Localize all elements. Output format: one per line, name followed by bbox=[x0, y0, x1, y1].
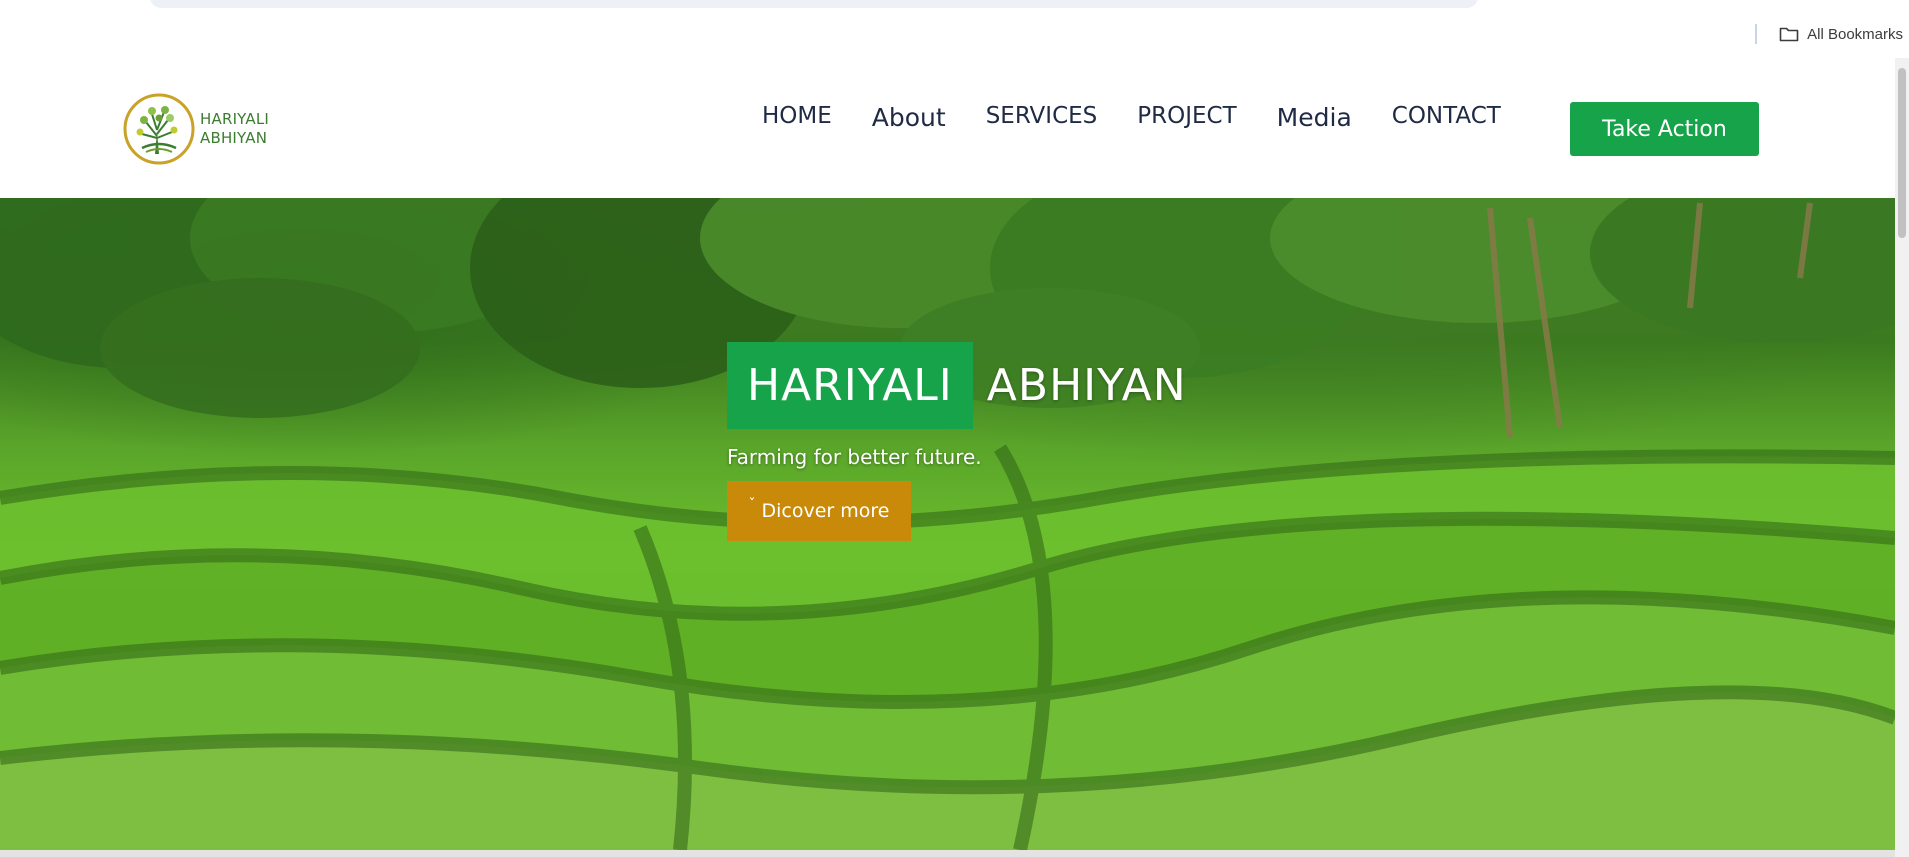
hero-content: HARIYALI ABHIYAN Farming for better futu… bbox=[727, 342, 1187, 541]
chevron-down-icon: ˇ bbox=[748, 497, 756, 513]
hero-title-rest: ABHIYAN bbox=[986, 360, 1187, 411]
site-logo[interactable]: HARIYALI ABHIYAN bbox=[122, 92, 269, 166]
hero-title: HARIYALI ABHIYAN bbox=[727, 342, 1187, 429]
scrollbar-thumb[interactable] bbox=[1898, 68, 1906, 238]
nav-home[interactable]: HOME bbox=[762, 103, 832, 129]
discover-more-button[interactable]: ˇ Dicover more bbox=[727, 481, 911, 541]
logo-line-1: HARIYALI bbox=[200, 110, 270, 128]
main-nav: HOME About SERVICES PROJECT Media CONTAC… bbox=[762, 101, 1541, 133]
hero-title-highlight: HARIYALI bbox=[727, 342, 973, 429]
logo-line-2: ABHIYAN bbox=[200, 129, 268, 147]
folder-icon bbox=[1779, 26, 1799, 42]
bookmarks-separator bbox=[1755, 24, 1758, 44]
nav-contact[interactable]: CONTACT bbox=[1392, 103, 1501, 129]
bottom-edge bbox=[0, 850, 1895, 857]
hero-banner: HARIYALI ABHIYAN Farming for better futu… bbox=[0, 198, 1895, 850]
nav-about[interactable]: About bbox=[872, 103, 946, 132]
discover-more-label: Dicover more bbox=[761, 500, 890, 522]
logo-text: HARIYALI ABHIYAN bbox=[200, 110, 269, 148]
all-bookmarks-button[interactable]: All Bookmarks bbox=[1755, 22, 1909, 46]
site-header: HARIYALI ABHIYAN HOME About SERVICES PRO… bbox=[0, 58, 1895, 198]
nav-project[interactable]: PROJECT bbox=[1137, 103, 1236, 129]
tree-logo-icon bbox=[123, 93, 195, 165]
hero-subtitle: Farming for better future. bbox=[727, 445, 982, 469]
address-bar[interactable] bbox=[150, 0, 1478, 8]
nav-media[interactable]: Media bbox=[1277, 103, 1352, 132]
browser-bookmarks-bar: All Bookmarks bbox=[0, 0, 1909, 58]
take-action-button[interactable]: Take Action bbox=[1570, 102, 1759, 156]
page-scrollbar[interactable] bbox=[1895, 58, 1909, 857]
nav-services[interactable]: SERVICES bbox=[986, 103, 1098, 129]
bookmarks-label: All Bookmarks bbox=[1807, 25, 1903, 43]
